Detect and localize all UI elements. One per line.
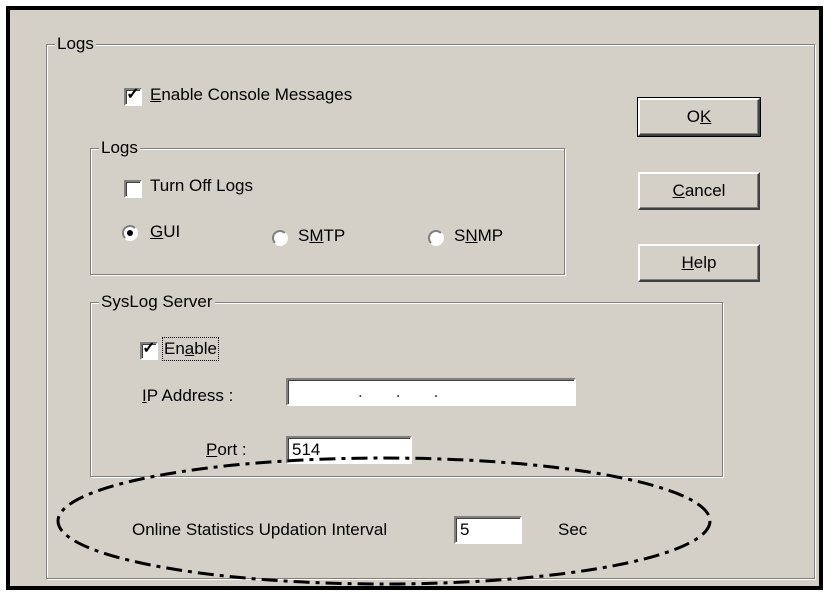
- check-icon: ✓: [142, 340, 156, 357]
- console-messages-label[interactable]: Enable Console Messages: [150, 85, 352, 105]
- turn-off-logs-label[interactable]: Turn Off Logs: [150, 176, 253, 196]
- port-input[interactable]: 514: [286, 436, 412, 464]
- syslog-enable-checkbox[interactable]: ✓: [140, 340, 158, 360]
- logs-outer-legend: Logs: [55, 34, 96, 54]
- ip-address-value: . . .: [358, 382, 439, 401]
- ip-address-label: IP Address :: [142, 386, 234, 405]
- cancel-button[interactable]: Cancel: [638, 172, 760, 210]
- gui-radio[interactable]: [122, 225, 138, 241]
- stats-interval-label: Online Statistics Updation Interval: [132, 520, 388, 539]
- logs-options-legend: Logs: [99, 138, 140, 158]
- stats-interval-input[interactable]: 5: [454, 516, 522, 544]
- snmp-radio-label[interactable]: SNMP: [454, 226, 503, 246]
- logs-dialog: Logs ✓ Enable Console Messages Logs Turn…: [6, 6, 823, 590]
- syslog-enable-label[interactable]: Enable: [162, 337, 219, 361]
- stats-interval-value: 5: [460, 520, 470, 539]
- turn-off-logs-checkbox[interactable]: [124, 180, 142, 198]
- ip-address-input[interactable]: . . .: [286, 378, 576, 406]
- ok-button[interactable]: OK: [637, 97, 761, 137]
- syslog-server-legend: SysLog Server: [99, 292, 215, 312]
- smtp-radio-label[interactable]: SMTP: [298, 226, 345, 246]
- radio-selected-dot: [127, 230, 133, 236]
- port-value: 514: [292, 440, 321, 459]
- snmp-radio[interactable]: [428, 230, 444, 246]
- console-messages-checkbox[interactable]: ✓: [124, 86, 142, 106]
- help-button[interactable]: Help: [638, 244, 760, 282]
- stats-interval-unit: Sec: [558, 520, 588, 539]
- logs-options-group: Logs: [90, 138, 566, 276]
- port-label: Port :: [206, 440, 247, 459]
- gui-radio-label[interactable]: GUI: [150, 222, 180, 242]
- check-icon: ✓: [126, 86, 140, 103]
- smtp-radio[interactable]: [272, 230, 288, 246]
